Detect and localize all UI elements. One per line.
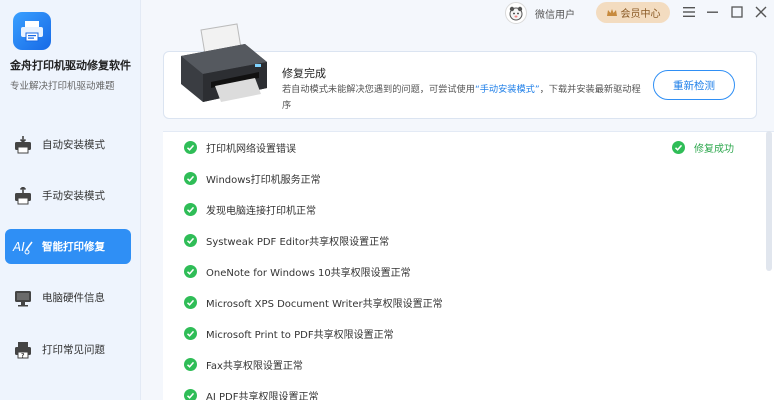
list-item-label: AI PDF共享权限设置正常 [206,391,319,400]
monitor-icon [12,287,34,309]
sidebar-item-manual-install[interactable]: 手动安装模式 [5,178,131,213]
sidebar-item-label: 手动安装模式 [42,190,105,202]
user-name: 微信用户 [535,9,575,21]
printer-illustration [175,22,271,110]
list-item: 打印机网络设置错误 [184,139,296,155]
sidebar-item-label: 电脑硬件信息 [42,292,105,304]
manual-install-link[interactable]: “手动安装模式” [475,84,540,95]
list-item-label: Fax共享权限设置正常 [206,360,303,372]
ai-repair-icon: AI [12,236,34,258]
result-description: 若自动模式未能解决您遇到的问题，可尝试使用“手动安装模式”，下载并安装最新驱动程… [282,82,642,114]
list-item-label: Windows打印机服务正常 [206,174,321,186]
list-item-label: Systweak PDF Editor共享权限设置正常 [206,236,390,248]
printer-upload-icon [12,185,34,207]
check-icon [184,295,197,309]
check-icon [672,140,685,154]
list-item-label: Microsoft Print to PDF共享权限设置正常 [206,329,394,341]
list-item-label: OneNote for Windows 10共享权限设置正常 [206,267,411,279]
sidebar-item-label: 打印常见问题 [42,344,105,356]
sidebar-item-hardware-info[interactable]: 电脑硬件信息 [5,280,131,315]
menu-icon[interactable] [680,3,698,21]
check-icon [184,388,197,400]
minimize-icon[interactable] [704,3,722,21]
repair-status-label: 修复成功 [694,143,734,155]
check-icon [184,140,197,154]
list-item: OneNote for Windows 10共享权限设置正常 [184,263,411,279]
scrollbar[interactable] [766,131,772,271]
sidebar-item-label: 智能打印修复 [42,241,105,253]
close-icon[interactable] [752,3,770,21]
app-subtitle: 专业解决打印机驱动难题 [10,81,115,92]
list-item: Windows打印机服务正常 [184,170,321,186]
check-icon [184,171,197,185]
svg-text:AI: AI [12,240,25,254]
vip-center-label: 会员中心 [620,9,661,20]
user-profile[interactable]: 微信用户 [505,2,575,24]
sidebar-item-faq[interactable]: ? 打印常见问题 [5,332,131,367]
list-item: Systweak PDF Editor共享权限设置正常 [184,232,389,248]
check-icon [184,357,197,371]
app-logo-icon [13,12,51,50]
check-icon [184,326,197,340]
list-item: 发现电脑连接打印机正常 [184,201,316,217]
check-icon [184,202,197,216]
printer-download-icon [12,134,34,156]
list-item-label: 打印机网络设置错误 [206,143,296,155]
list-item-label: Microsoft XPS Document Writer共享权限设置正常 [206,298,443,310]
list-item: AI PDF共享权限设置正常 [184,387,318,400]
check-icon [184,264,197,278]
list-item: Fax共享权限设置正常 [184,356,303,372]
sidebar-item-auto-install[interactable]: 自动安装模式 [5,127,131,162]
sidebar-item-label: 自动安装模式 [42,139,105,151]
maximize-icon[interactable] [728,3,746,21]
vip-center-button[interactable]: 会员中心 [596,2,670,23]
result-desc-text: 若自动模式未能解决您遇到的问题，可尝试使用 [282,84,475,95]
printer-question-icon: ? [12,339,34,361]
list-item-label: 发现电脑连接打印机正常 [206,205,316,217]
sidebar: 金舟打印机驱动修复软件 专业解决打印机驱动难题 自动安装模式 手动安装模式 AI… [0,0,141,400]
list-item: Microsoft Print to PDF共享权限设置正常 [184,325,394,341]
avatar [505,2,527,24]
sidebar-item-smart-repair[interactable]: AI 智能打印修复 [5,229,131,264]
list-item: Microsoft XPS Document Writer共享权限设置正常 [184,294,443,310]
result-title: 修复完成 [282,67,326,80]
repair-status: 修复成功 [672,139,734,155]
check-icon [184,233,197,247]
svg-text:?: ? [21,352,25,359]
vip-crown-icon [606,3,618,22]
app-title: 金舟打印机驱动修复软件 [10,59,131,72]
recheck-button[interactable]: 重新检测 [653,70,735,100]
